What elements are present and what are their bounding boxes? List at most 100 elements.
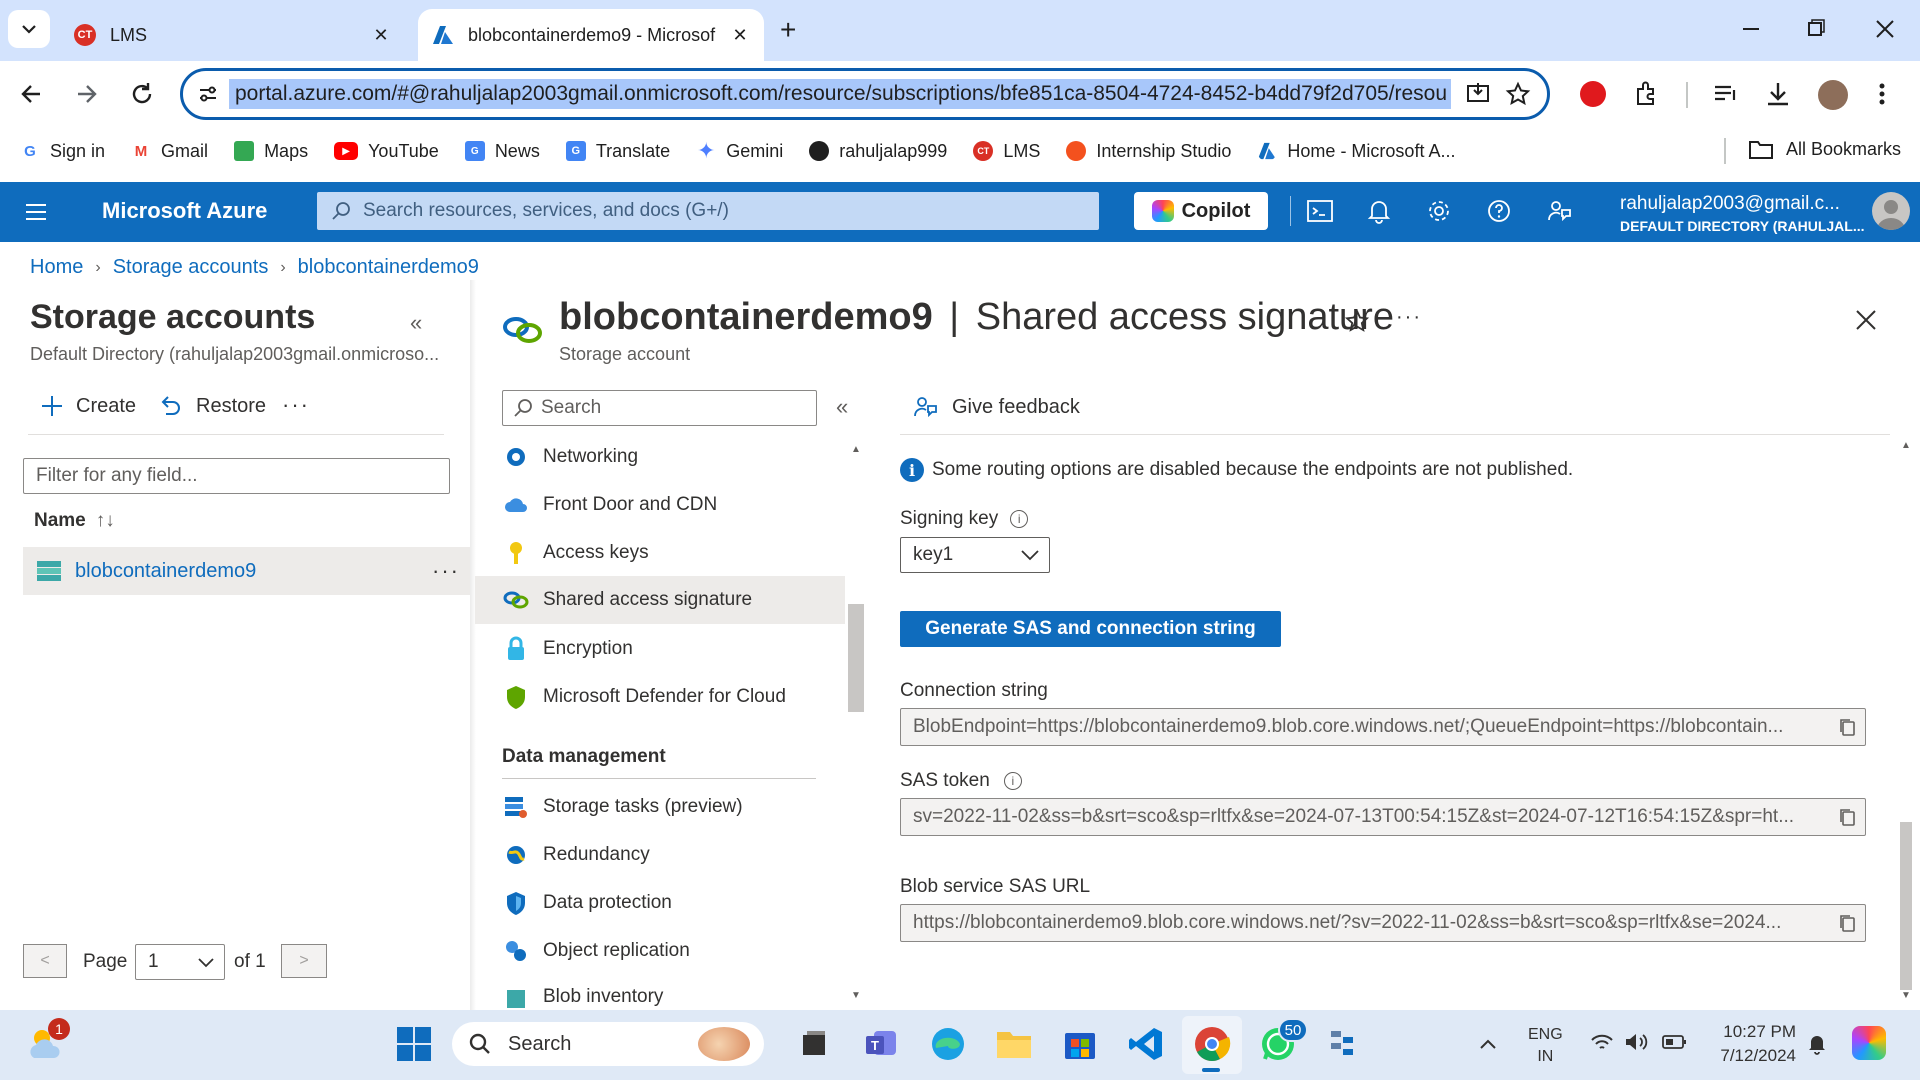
minimize-button[interactable] [1738, 16, 1764, 42]
blob-sas-url-field[interactable]: https://blobcontainerdemo9.blob.core.win… [900, 904, 1866, 942]
taskbar-search[interactable]: Search [452, 1022, 764, 1066]
list-item[interactable]: blobcontainerdemo9 ··· [23, 547, 470, 595]
account-avatar[interactable] [1872, 192, 1910, 230]
bookmark-maps[interactable]: Maps [234, 141, 308, 162]
settings-icon[interactable] [1426, 198, 1452, 224]
task-view-icon[interactable] [792, 1022, 836, 1066]
bookmark-star-icon[interactable] [1505, 81, 1531, 107]
menu-item-object-replication[interactable]: Object replication [475, 928, 845, 974]
install-icon[interactable] [1465, 81, 1491, 107]
microsoft-store-icon[interactable] [1058, 1022, 1102, 1066]
battery-icon[interactable] [1662, 1034, 1688, 1050]
language-indicator[interactable]: ENG IN [1528, 1024, 1563, 1068]
menu-item-encryption[interactable]: Encryption [475, 626, 845, 672]
new-tab-button[interactable]: + [780, 14, 796, 46]
breadcrumb-home[interactable]: Home [30, 256, 83, 279]
back-button[interactable] [18, 80, 46, 108]
bookmark-home-azure[interactable]: Home - Microsoft A... [1257, 141, 1455, 162]
menu-search-input[interactable]: Search [502, 390, 817, 426]
signing-key-select[interactable]: key1 [900, 537, 1050, 573]
file-explorer-icon[interactable] [992, 1022, 1036, 1066]
scroll-thumb[interactable] [848, 604, 864, 712]
give-feedback-button[interactable]: Give feedback [912, 394, 1080, 420]
tab-blobcontainerdemo9[interactable]: blobcontainerdemo9 - Microsof ✕ [418, 9, 764, 61]
chrome-icon[interactable] [1190, 1022, 1234, 1066]
browser-menu-icon[interactable] [1876, 80, 1888, 108]
info-circle-icon[interactable]: i [1003, 772, 1022, 790]
sas-token-field[interactable]: sv=2022-11-02&ss=b&srt=sco&sp=rltfx&se=2… [900, 798, 1866, 836]
vscode-icon[interactable] [1124, 1022, 1168, 1066]
favorite-star-icon[interactable] [1344, 308, 1370, 334]
hamburger-menu-icon[interactable] [24, 202, 48, 222]
media-control-icon[interactable] [1712, 80, 1740, 108]
create-button[interactable]: Create [40, 394, 136, 418]
menu-item-networking[interactable]: Networking [475, 434, 845, 480]
menu-item-data-protection[interactable]: Data protection [475, 880, 845, 926]
close-blade-icon[interactable] [1854, 308, 1878, 332]
collapse-icon[interactable]: « [410, 310, 422, 336]
copilot-taskbar-icon[interactable] [1852, 1026, 1886, 1060]
bookmark-gmail[interactable]: M Gmail [131, 141, 208, 162]
copy-icon[interactable] [1837, 913, 1857, 933]
tab-search-button[interactable] [8, 10, 50, 48]
copy-icon[interactable] [1837, 807, 1857, 827]
prev-page-button[interactable]: < [23, 944, 67, 978]
all-bookmarks[interactable]: All Bookmarks [1748, 138, 1901, 160]
restore-button[interactable] [1802, 16, 1828, 42]
cloud-shell-icon[interactable] [1306, 198, 1334, 224]
bookmark-internship-studio[interactable]: Internship Studio [1066, 141, 1231, 162]
bookmark-github[interactable]: rahuljalap999 [809, 141, 947, 162]
collapse-menu-icon[interactable]: « [836, 394, 848, 420]
teams-icon[interactable]: T [860, 1022, 904, 1066]
breadcrumb-resource[interactable]: blobcontainerdemo9 [298, 256, 479, 279]
bookmark-news[interactable]: G News [464, 141, 540, 162]
edge-icon[interactable] [926, 1022, 970, 1066]
help-icon[interactable] [1486, 198, 1512, 224]
account-email[interactable]: rahuljalap2003@gmail.c... [1620, 193, 1886, 215]
notification-bell-icon[interactable] [1806, 1032, 1828, 1056]
menu-item-front-door[interactable]: Front Door and CDN [475, 482, 845, 528]
more-actions-icon[interactable]: ··· [282, 392, 310, 418]
app-grid-icon[interactable] [1322, 1022, 1366, 1066]
menu-item-defender[interactable]: Microsoft Defender for Cloud [475, 674, 845, 720]
bookmark-youtube[interactable]: ▶ YouTube [334, 141, 439, 162]
notifications-icon[interactable] [1366, 198, 1392, 224]
global-search-input[interactable]: Search resources, services, and docs (G+… [317, 192, 1099, 230]
profile-avatar[interactable] [1818, 80, 1848, 110]
info-circle-icon[interactable]: i [1010, 510, 1029, 528]
copy-icon[interactable] [1837, 717, 1857, 737]
show-hidden-icons[interactable] [1478, 1034, 1498, 1054]
close-window-button[interactable] [1872, 16, 1898, 42]
close-icon[interactable]: ✕ [730, 25, 750, 46]
scroll-up-arrow[interactable]: ▲ [851, 444, 861, 455]
menu-item-access-keys[interactable]: Access keys [475, 530, 845, 576]
row-more-icon[interactable]: ··· [432, 558, 460, 584]
bookmark-gemini[interactable]: ✦ Gemini [696, 138, 783, 163]
menu-item-storage-tasks[interactable]: Storage tasks (preview) [475, 784, 845, 830]
address-bar[interactable]: portal.azure.com/#@rahuljalap2003gmail.o… [180, 68, 1550, 120]
bookmark-lms[interactable]: CT LMS [973, 141, 1040, 162]
next-page-button[interactable]: > [281, 944, 327, 978]
clock[interactable]: 10:27 PM 7/12/2024 [1708, 1020, 1796, 1068]
downloads-icon[interactable] [1764, 80, 1792, 108]
opera-extension-icon[interactable] [1580, 81, 1606, 107]
restore-account-button[interactable]: Restore [158, 394, 266, 418]
content-scrollbar[interactable]: ▲ ▼ [1898, 436, 1914, 1008]
storage-account-link[interactable]: blobcontainerdemo9 [75, 560, 256, 583]
filter-input[interactable]: Filter for any field... [23, 458, 450, 494]
site-settings-icon[interactable] [197, 83, 219, 105]
reload-button[interactable] [128, 80, 156, 108]
menu-scrollbar[interactable]: ▲ ▼ [848, 440, 864, 1008]
menu-item-blob-inventory[interactable]: Blob inventory [475, 976, 845, 1010]
forward-button[interactable] [72, 80, 100, 108]
url-text[interactable]: portal.azure.com/#@rahuljalap2003gmail.o… [229, 79, 1451, 109]
close-icon[interactable]: ✕ [371, 25, 391, 46]
breadcrumb-storage-accounts[interactable]: Storage accounts [113, 256, 269, 279]
bookmark-sign-in[interactable]: G Sign in [20, 141, 105, 162]
start-button[interactable] [392, 1022, 436, 1066]
scroll-down-arrow[interactable]: ▼ [1901, 990, 1911, 1001]
scroll-down-arrow[interactable]: ▼ [851, 990, 861, 1001]
menu-item-shared-access-signature[interactable]: Shared access signature [475, 576, 845, 624]
feedback-icon[interactable] [1546, 198, 1572, 224]
scroll-up-arrow[interactable]: ▲ [1901, 440, 1911, 451]
